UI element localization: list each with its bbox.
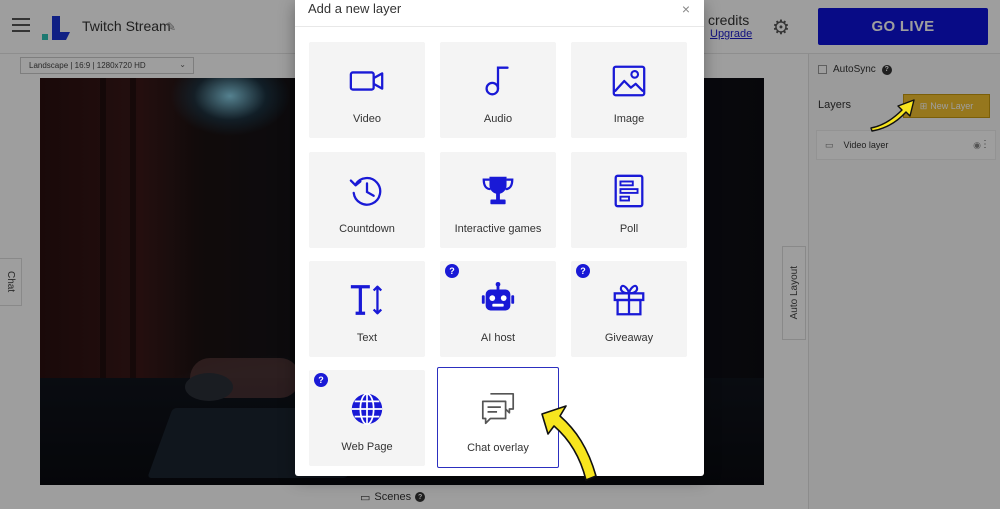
countdown-clock-icon (309, 172, 425, 210)
help-icon[interactable]: ? (445, 264, 459, 278)
close-icon[interactable]: × (682, 1, 690, 17)
chat-bubbles-icon (438, 390, 558, 428)
tile-label: Web Page (341, 441, 393, 453)
add-layer-dialog: Add a new layer × Video Audio Image Coun… (295, 0, 704, 476)
help-icon[interactable]: ? (576, 264, 590, 278)
layer-option-countdown[interactable]: Countdown (309, 152, 425, 248)
layer-option-image[interactable]: Image (571, 42, 687, 138)
layer-option-poll[interactable]: Poll (571, 152, 687, 248)
music-note-icon (440, 62, 556, 100)
layer-option-giveaway[interactable]: ? Giveaway (571, 261, 687, 357)
dialog-title: Add a new layer (308, 1, 402, 16)
text-size-icon (309, 281, 425, 319)
tile-label: Giveaway (604, 332, 654, 344)
tile-label: Chat overlay (467, 442, 529, 454)
tile-label: Interactive games (454, 223, 542, 235)
tile-label: Poll (619, 223, 639, 235)
video-camera-icon (309, 62, 425, 100)
trophy-icon (440, 172, 556, 210)
layer-option-chat-overlay[interactable]: Chat overlay (437, 367, 559, 468)
help-icon[interactable]: ? (314, 373, 328, 387)
globe-icon (309, 390, 425, 428)
tile-label: Image (613, 113, 645, 125)
layer-option-audio[interactable]: Audio (440, 42, 556, 138)
poll-icon (571, 172, 687, 210)
gift-icon (571, 281, 687, 319)
tile-label: Video (353, 113, 381, 125)
layer-option-ai-host[interactable]: ? AI host (440, 261, 556, 357)
tile-label: Audio (483, 113, 513, 125)
tile-label: Countdown (339, 223, 395, 235)
layer-option-video[interactable]: Video (309, 42, 425, 138)
layer-option-text[interactable]: Text (309, 261, 425, 357)
robot-icon (440, 281, 556, 319)
tile-label: AI host (480, 332, 516, 344)
dialog-header: Add a new layer × (295, 0, 704, 27)
tile-label: Text (356, 332, 378, 344)
layer-option-web-page[interactable]: ? Web Page (309, 370, 425, 466)
image-icon (571, 62, 687, 100)
layer-option-interactive-games[interactable]: Interactive games (440, 152, 556, 248)
